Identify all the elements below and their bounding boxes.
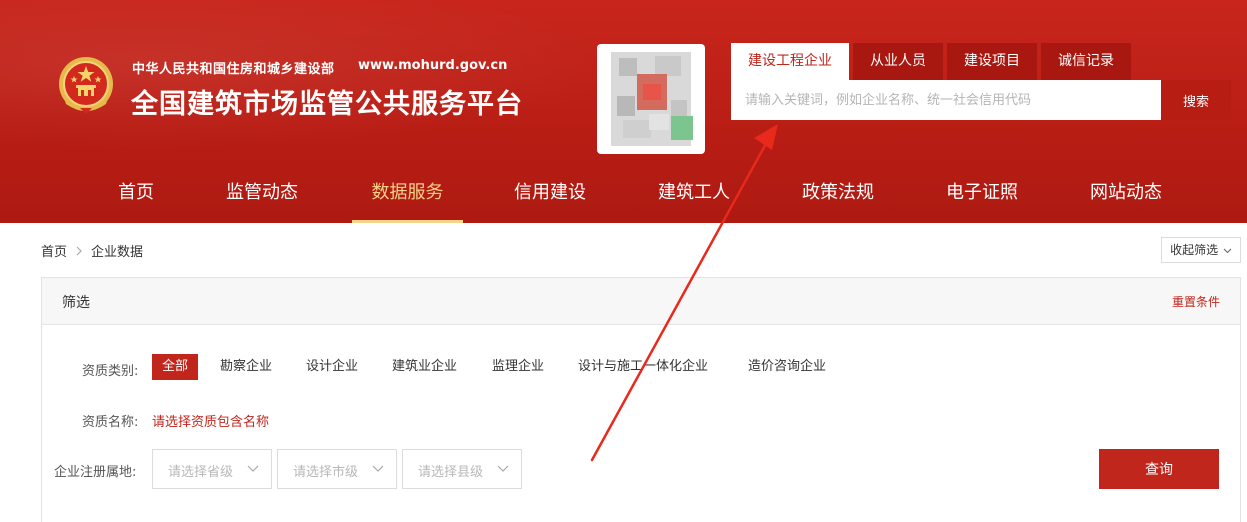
reset-filter-link[interactable]: 重置条件 (1172, 293, 1220, 310)
breadcrumb-current: 企业数据 (91, 245, 144, 260)
nav-item-home[interactable]: 首页 (118, 163, 154, 223)
region-label: 企业注册属地: (54, 465, 137, 480)
ministry-name: 中华人民共和国住房和城乡建设部 (132, 62, 335, 77)
chevron-down-icon (247, 465, 259, 472)
qual-type-label: 资质类别: (82, 364, 139, 379)
collapse-filter-button[interactable]: 收起筛选 (1161, 237, 1241, 263)
search-input[interactable] (731, 80, 1161, 120)
national-emblem-icon (59, 57, 113, 114)
nav-item-supervision[interactable]: 监管动态 (226, 163, 298, 223)
city-select[interactable]: 请选择市级 (277, 449, 397, 489)
province-select[interactable]: 请选择省级 (152, 449, 272, 489)
chevron-down-icon (497, 465, 509, 472)
filter-title: 筛选 (62, 295, 90, 311)
ministry-url[interactable]: www.mohurd.gov.cn (358, 58, 507, 73)
qual-type-construction[interactable]: 建筑业企业 (392, 354, 457, 380)
search-tab-project[interactable]: 建设项目 (947, 43, 1037, 80)
chevron-down-icon (372, 465, 384, 472)
qual-type-supervision[interactable]: 监理企业 (492, 354, 544, 380)
qual-type-design[interactable]: 设计企业 (306, 354, 358, 380)
nav-item-workers[interactable]: 建筑工人 (658, 163, 730, 223)
county-select[interactable]: 请选择县级 (402, 449, 522, 489)
nav-item-data-service[interactable]: 数据服务 (352, 163, 463, 223)
nav-item-policy[interactable]: 政策法规 (802, 163, 874, 223)
search-button[interactable]: 搜索 (1161, 80, 1231, 120)
search-tab-enterprise[interactable]: 建设工程企业 (731, 43, 849, 80)
breadcrumb: 首页 企业数据 (41, 241, 143, 260)
nav-item-e-license[interactable]: 电子证照 (946, 163, 1018, 223)
qual-name-label: 资质名称: (82, 415, 139, 430)
province-placeholder: 请选择省级 (168, 465, 234, 480)
qual-type-all[interactable]: 全部 (152, 354, 199, 380)
search-box: 搜索 (731, 80, 1231, 120)
search-tab-credit[interactable]: 诚信记录 (1041, 43, 1131, 80)
query-button[interactable]: 查询 (1099, 449, 1219, 489)
nav-item-site-news[interactable]: 网站动态 (1090, 163, 1162, 223)
collapse-filter-label: 收起筛选 (1170, 243, 1219, 257)
filter-header: 筛选 重置条件 (42, 278, 1240, 325)
qual-type-design-build[interactable]: 设计与施工一体化企业 (578, 354, 708, 380)
platform-title: 全国建筑市场监管公共服务平台 (131, 89, 523, 120)
chevron-down-icon (1223, 248, 1232, 253)
breadcrumb-home[interactable]: 首页 (41, 241, 67, 260)
chevron-right-icon (76, 246, 82, 255)
main-nav: 首页 监管动态 数据服务 信用建设 建筑工人 政策法规 电子证照 网站动态 (0, 163, 1247, 223)
filter-panel: 筛选 重置条件 资质类别: 全部 勘察企业 设计企业 建筑业企业 监理企业 设计… (41, 277, 1241, 522)
header-banner: 中华人民共和国住房和城乡建设部 www.mohurd.gov.cn 全国建筑市场… (0, 0, 1247, 163)
search-panel: 建设工程企业 从业人员 建设项目 诚信记录 搜索 (731, 43, 1231, 120)
county-placeholder: 请选择县级 (418, 465, 484, 480)
search-tabs: 建设工程企业 从业人员 建设项目 诚信记录 (731, 43, 1131, 80)
city-placeholder: 请选择市级 (293, 465, 359, 480)
search-tab-personnel[interactable]: 从业人员 (853, 43, 943, 80)
qual-type-survey[interactable]: 勘察企业 (220, 354, 272, 380)
qual-type-cost-consulting[interactable]: 造价咨询企业 (748, 354, 826, 380)
qual-name-select-link[interactable]: 请选择资质包含名称 (152, 411, 269, 430)
site-header: 中华人民共和国住房和城乡建设部 www.mohurd.gov.cn 全国建筑市场… (0, 0, 1247, 223)
qr-code-icon (597, 44, 705, 154)
nav-item-credit[interactable]: 信用建设 (514, 163, 586, 223)
